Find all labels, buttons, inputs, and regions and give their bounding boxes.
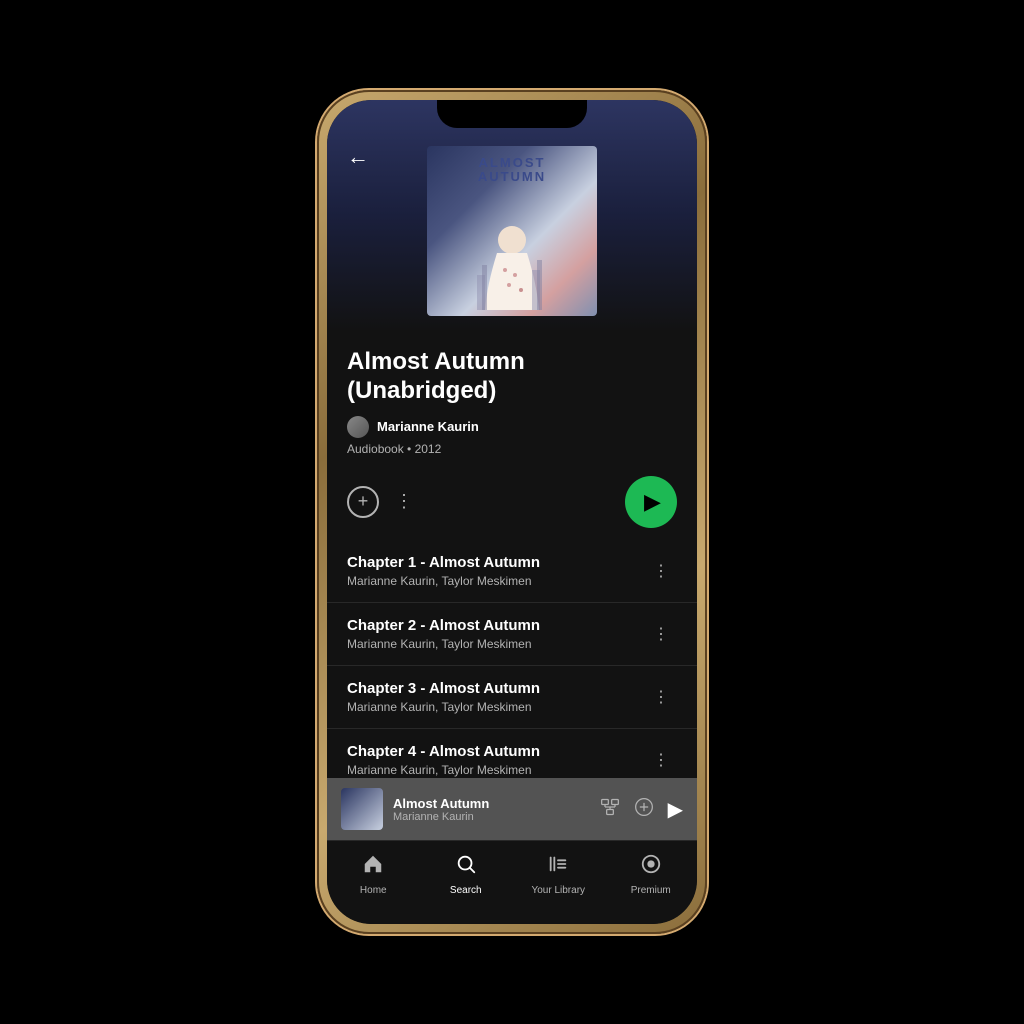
now-playing-thumbnail xyxy=(341,788,383,830)
info-section: Almost Autumn(Unabridged) Marianne Kauri… xyxy=(327,332,697,476)
nav-label-library: Your Library xyxy=(531,885,585,896)
play-button[interactable]: ▶ xyxy=(625,476,677,528)
chapter-author: Marianne Kaurin, Taylor Meskimen xyxy=(347,574,645,588)
chapter-more-1[interactable]: ⋮ xyxy=(645,620,677,648)
more-button[interactable]: ⋮ xyxy=(395,491,414,512)
chapter-info: Chapter 2 - Almost Autumn Marianne Kauri… xyxy=(347,617,645,651)
nav-item-home[interactable]: Home xyxy=(327,849,420,900)
now-playing-controls: ▶ xyxy=(600,797,683,822)
library-icon xyxy=(547,853,569,881)
bottom-nav: Home Search xyxy=(327,840,697,924)
np-play-icon[interactable]: ▶ xyxy=(668,797,683,822)
chapter-item[interactable]: Chapter 4 - Almost Autumn Marianne Kauri… xyxy=(327,729,697,778)
premium-icon xyxy=(640,853,662,881)
home-icon xyxy=(362,853,384,881)
add-button[interactable]: + xyxy=(347,486,379,518)
chapter-item[interactable]: Chapter 1 - Almost Autumn Marianne Kauri… xyxy=(327,540,697,603)
album-art-overlay: ALMOST AUTUMN xyxy=(427,146,597,316)
header-section: ← ALMOST AUTUMN xyxy=(327,100,697,332)
album-art: ALMOST AUTUMN xyxy=(427,146,597,316)
nav-label-home: Home xyxy=(360,885,387,896)
phone-frame: ← ALMOST AUTUMN xyxy=(317,90,707,934)
phone-screen: ← ALMOST AUTUMN xyxy=(327,100,697,924)
back-button[interactable]: ← xyxy=(347,144,369,170)
controls-row: + ⋮ ▶ xyxy=(327,476,697,540)
chapter-more-3[interactable]: ⋮ xyxy=(645,746,677,774)
chapter-info: Chapter 3 - Almost Autumn Marianne Kauri… xyxy=(347,680,645,714)
now-playing-title: Almost Autumn xyxy=(393,796,590,811)
chapter-author: Marianne Kaurin, Taylor Meskimen xyxy=(347,637,645,651)
nav-item-premium[interactable]: Premium xyxy=(605,849,698,900)
chapter-author: Marianne Kaurin, Taylor Meskimen xyxy=(347,763,645,777)
album-title-art: ALMOST AUTUMN xyxy=(478,156,546,185)
chapter-title: Chapter 1 - Almost Autumn xyxy=(347,554,645,571)
chapter-title: Chapter 4 - Almost Autumn xyxy=(347,743,645,760)
chapter-info: Chapter 4 - Almost Autumn Marianne Kauri… xyxy=(347,743,645,777)
nav-label-search: Search xyxy=(450,885,482,896)
play-icon: ▶ xyxy=(644,489,661,515)
chapter-item[interactable]: Chapter 2 - Almost Autumn Marianne Kauri… xyxy=(327,603,697,666)
author-row: Marianne Kaurin xyxy=(347,416,677,438)
book-title: Almost Autumn(Unabridged) xyxy=(347,348,677,406)
chapter-more-2[interactable]: ⋮ xyxy=(645,683,677,711)
nav-item-search[interactable]: Search xyxy=(420,849,513,900)
now-playing-bar[interactable]: Almost Autumn Marianne Kaurin xyxy=(327,778,697,840)
np-add-icon[interactable] xyxy=(634,797,654,822)
chapter-author: Marianne Kaurin, Taylor Meskimen xyxy=(347,700,645,714)
chapter-more-0[interactable]: ⋮ xyxy=(645,557,677,585)
connect-icon[interactable] xyxy=(600,797,620,822)
notch xyxy=(437,100,587,128)
nav-item-library[interactable]: Your Library xyxy=(512,849,605,900)
now-playing-artist: Marianne Kaurin xyxy=(393,811,590,823)
chapter-item[interactable]: Chapter 3 - Almost Autumn Marianne Kauri… xyxy=(327,666,697,729)
nav-label-premium: Premium xyxy=(631,885,671,896)
album-figure-svg xyxy=(477,185,547,315)
screen-content: ← ALMOST AUTUMN xyxy=(327,100,697,924)
chapter-info: Chapter 1 - Almost Autumn Marianne Kauri… xyxy=(347,554,645,588)
controls-left: + ⋮ xyxy=(347,486,414,518)
chapter-list: Chapter 1 - Almost Autumn Marianne Kauri… xyxy=(327,540,697,778)
phone-wrapper: ← ALMOST AUTUMN xyxy=(317,90,707,934)
author-name: Marianne Kaurin xyxy=(377,419,479,434)
chapter-title: Chapter 2 - Almost Autumn xyxy=(347,617,645,634)
chapter-title: Chapter 3 - Almost Autumn xyxy=(347,680,645,697)
author-avatar xyxy=(347,416,369,438)
meta-text: Audiobook • 2012 xyxy=(347,442,677,456)
now-playing-info: Almost Autumn Marianne Kaurin xyxy=(393,796,590,823)
scroll-area[interactable]: Almost Autumn(Unabridged) Marianne Kauri… xyxy=(327,332,697,778)
search-icon xyxy=(455,853,477,881)
